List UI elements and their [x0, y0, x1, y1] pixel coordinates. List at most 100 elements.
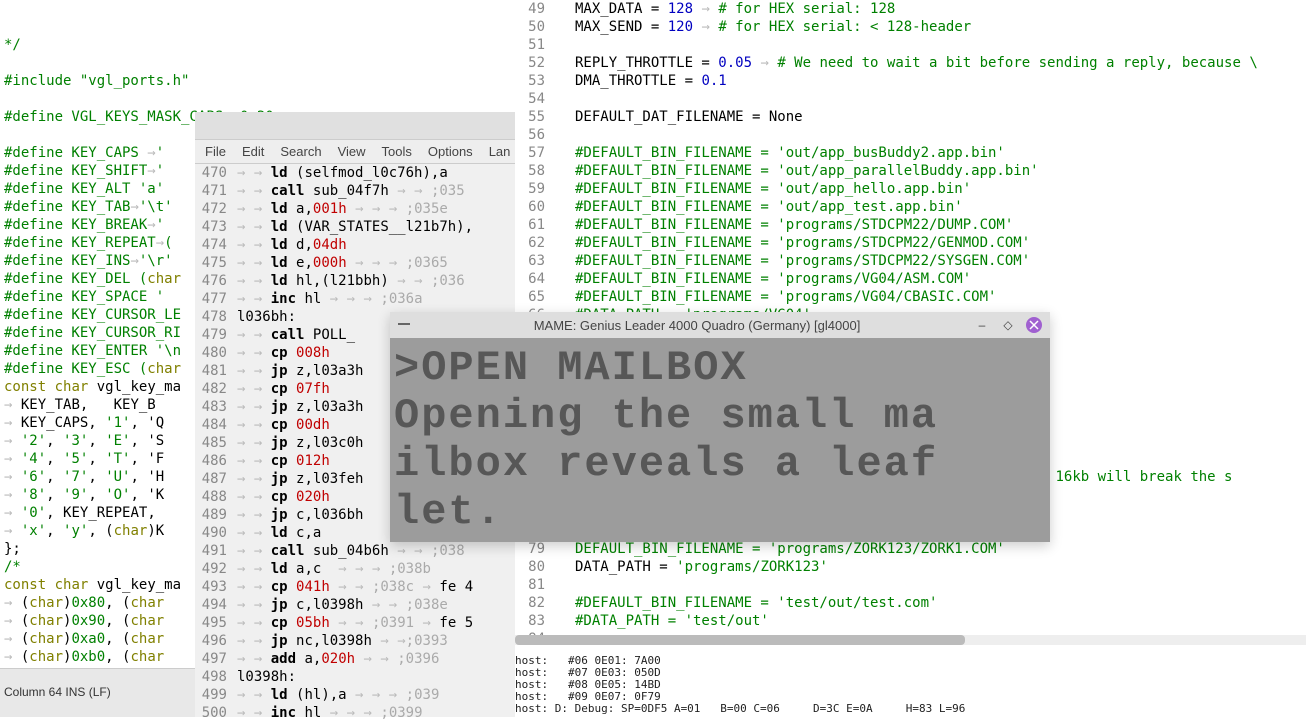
line-number: 65: [515, 288, 545, 306]
line-number: 55: [515, 108, 545, 126]
menu-edit[interactable]: Edit: [242, 143, 264, 160]
menu-file[interactable]: File: [205, 143, 226, 160]
mame-app-icon: [396, 316, 414, 334]
menu-lang[interactable]: Lan: [489, 143, 511, 160]
line-number: 497: [195, 650, 227, 668]
mame-line-1: Opening the small ma: [394, 392, 1046, 440]
terminal-output[interactable]: host: #06 0E01: 7A00host: #07 0E03: 050D…: [515, 655, 1306, 717]
code-line[interactable]: → → jp c,l0398h → → ;038e: [237, 596, 473, 614]
close-icon[interactable]: [1026, 317, 1042, 333]
code-line[interactable]: → → inc hl → → → ;036a: [237, 290, 473, 308]
line-number: 62: [515, 234, 545, 252]
line-number: 494: [195, 596, 227, 614]
scrollbar-thumb[interactable]: [515, 635, 965, 645]
line-number: 495: [195, 614, 227, 632]
code-line[interactable]: → → ld a,001h → → → ;035e: [237, 200, 473, 218]
code-line[interactable]: [575, 90, 1258, 108]
line-number: 53: [515, 72, 545, 90]
line-number: 500: [195, 704, 227, 722]
code-line[interactable]: [575, 576, 1258, 594]
mame-window: MAME: Genius Leader 4000 Quadro (Germany…: [390, 312, 1050, 542]
code-line[interactable]: #DEFAULT_BIN_FILENAME = 'programs/STDCPM…: [575, 234, 1258, 252]
maximize-icon[interactable]: ◇: [1000, 317, 1016, 333]
line-number: 480: [195, 344, 227, 362]
code-line[interactable]: #DEFAULT_BIN_FILENAME = 'out/app_paralle…: [575, 162, 1258, 180]
menu-options[interactable]: Options: [428, 143, 473, 160]
line-number: 470: [195, 164, 227, 182]
code-line[interactable]: DATA_PATH = 'programs/ZORK123': [575, 558, 1258, 576]
line-number: 474: [195, 236, 227, 254]
line-number: 498: [195, 668, 227, 686]
line-number: 482: [195, 380, 227, 398]
line-number: 63: [515, 252, 545, 270]
code-line[interactable]: → → add a,020h → → ;0396: [237, 650, 473, 668]
code-line[interactable]: DEFAULT_BIN_FILENAME = 'programs/ZORK123…: [575, 540, 1258, 558]
code-line[interactable]: #DEFAULT_BIN_FILENAME = 'programs/VG04/C…: [575, 288, 1258, 306]
code-line[interactable]: → → ld a,c → → → ;038b: [237, 560, 473, 578]
line-number: 492: [195, 560, 227, 578]
code-line[interactable]: #DEFAULT_BIN_FILENAME = 'test/out/test.c…: [575, 594, 1258, 612]
line-number: 499: [195, 686, 227, 704]
middle-titlebar[interactable]: [195, 112, 515, 140]
code-line[interactable]: DEFAULT_DAT_FILENAME = None: [575, 108, 1258, 126]
line-number: 486: [195, 452, 227, 470]
line-number: 57: [515, 144, 545, 162]
code-line[interactable]: REPLY_THROTTLE = 0.05 → # We need to wai…: [575, 54, 1258, 72]
code-line[interactable]: DMA_THROTTLE = 0.1: [575, 72, 1258, 90]
menu-view[interactable]: View: [338, 143, 366, 160]
code-line[interactable]: → → inc hl → → → ;0399: [237, 704, 473, 722]
menu-search[interactable]: Search: [280, 143, 321, 160]
code-line[interactable]: → → ld (VAR_STATES__l21b7h),: [237, 218, 473, 236]
line-number: 52: [515, 54, 545, 72]
status-bar: Column 64 INS (LF): [0, 668, 195, 717]
line-number: 473: [195, 218, 227, 236]
mame-line-2: ilbox reveals a leaf: [394, 440, 1046, 488]
line-number: 481: [195, 362, 227, 380]
code-line[interactable]: #DEFAULT_BIN_FILENAME = 'programs/VG04/A…: [575, 270, 1258, 288]
code-line[interactable]: MAX_DATA = 128 → # for HEX serial: 128: [575, 0, 1258, 18]
code-line[interactable]: → → ld hl,(l21bbh) → → ;036: [237, 272, 473, 290]
code-line[interactable]: #DEFAULT_BIN_FILENAME = 'programs/STDCPM…: [575, 252, 1258, 270]
code-line[interactable]: l0398h:: [237, 668, 473, 686]
code-line[interactable]: → → call sub_04b6h → → ;038: [237, 542, 473, 560]
line-number: 493: [195, 578, 227, 596]
code-line[interactable]: [575, 36, 1258, 54]
line-number: 483: [195, 398, 227, 416]
code-line[interactable]: → → cp 041h → → ;038c → fe 4: [237, 578, 473, 596]
code-line[interactable]: → → ld (hl),a → → → ;039: [237, 686, 473, 704]
line-number: 80: [515, 558, 545, 576]
mame-line-3: let.: [394, 488, 1046, 536]
code-line[interactable]: #DEFAULT_BIN_FILENAME = 'out/app_hello.a…: [575, 180, 1258, 198]
terminal-line: host: D: Debug: SP=0DF5 A=01 B=00 C=06 D…: [515, 703, 1306, 715]
code-line[interactable]: #DATA_PATH = 'test/out': [575, 612, 1258, 630]
code-line[interactable]: #DEFAULT_BIN_FILENAME = 'programs/STDCPM…: [575, 216, 1258, 234]
line-number: 477: [195, 290, 227, 308]
mame-titlebar[interactable]: MAME: Genius Leader 4000 Quadro (Germany…: [390, 312, 1050, 338]
mame-title: MAME: Genius Leader 4000 Quadro (Germany…: [420, 318, 974, 333]
line-number: 479: [195, 326, 227, 344]
line-number: 64: [515, 270, 545, 288]
code-line[interactable]: → → call sub_04f7h → → ;035: [237, 182, 473, 200]
line-number: 61: [515, 216, 545, 234]
line-number: 487: [195, 470, 227, 488]
line-number: 83: [515, 612, 545, 630]
right-h-scrollbar[interactable]: [515, 635, 1306, 645]
code-line[interactable]: → → cp 05bh → → ;0391 → fe 5: [237, 614, 473, 632]
line-number: 471: [195, 182, 227, 200]
code-line[interactable]: [575, 126, 1258, 144]
line-number: 496: [195, 632, 227, 650]
minimize-icon[interactable]: –: [974, 317, 990, 333]
code-line[interactable]: → → jp nc,l0398h → →;0393: [237, 632, 473, 650]
code-line[interactable]: MAX_SEND = 120 → # for HEX serial: < 128…: [575, 18, 1258, 36]
code-line[interactable]: → → ld e,000h → → → ;0365: [237, 254, 473, 272]
code-line[interactable]: → → ld (selfmod_l0c76h),a: [237, 164, 473, 182]
menu-tools[interactable]: Tools: [382, 143, 412, 160]
middle-gutter: 4704714724734744754764774784794804814824…: [195, 164, 233, 722]
code-line[interactable]: #DEFAULT_BIN_FILENAME = 'out/app_test.ap…: [575, 198, 1258, 216]
line-number: 484: [195, 416, 227, 434]
line-number: 54: [515, 90, 545, 108]
code-line[interactable]: #DEFAULT_BIN_FILENAME = 'out/app_busBudd…: [575, 144, 1258, 162]
line-number: 56: [515, 126, 545, 144]
code-line[interactable]: → → ld d,04dh: [237, 236, 473, 254]
line-number: 475: [195, 254, 227, 272]
